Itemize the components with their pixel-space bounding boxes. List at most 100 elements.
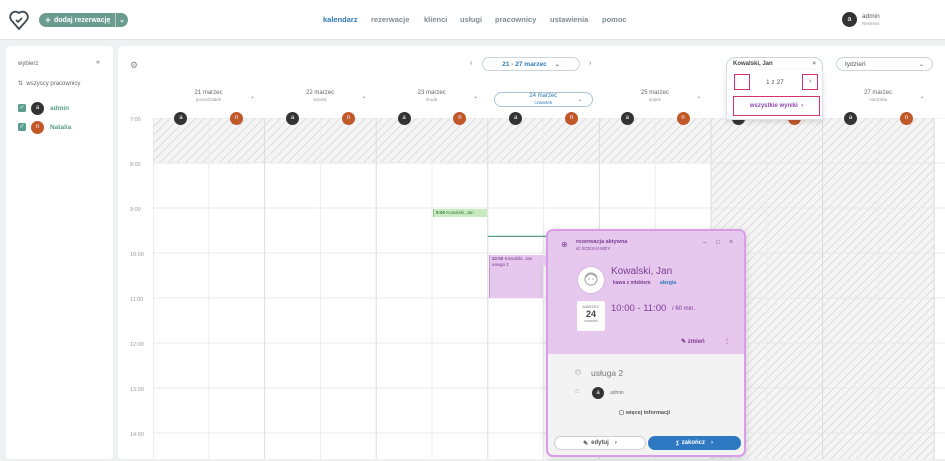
add-reservation-label: dodaj rezerwację xyxy=(54,16,111,24)
next-week-icon[interactable]: › xyxy=(589,60,591,67)
day-date: 22 marzec xyxy=(306,90,335,96)
chevron-down-icon[interactable]: ⌄ xyxy=(473,93,478,100)
nav-employees[interactable]: pracownicy xyxy=(495,15,536,24)
time-label: 10:00 xyxy=(130,252,144,258)
nav-reservations[interactable]: rezerwacje xyxy=(371,15,409,24)
avatar[interactable]: a xyxy=(397,112,411,125)
divider xyxy=(115,13,116,27)
client-name[interactable]: Kowalski, Jan xyxy=(611,266,672,277)
date-day: 24 xyxy=(585,309,596,319)
search-results-dropdown: 1 z 27 › wszystkie wyniki › xyxy=(726,70,823,120)
close-icon[interactable]: × xyxy=(812,61,816,67)
all-results-button[interactable]: wszystkie wyniki › xyxy=(733,96,820,116)
avatar[interactable]: n xyxy=(676,112,690,125)
time-label: 13:00 xyxy=(130,387,144,393)
close-icon[interactable]: × xyxy=(729,239,733,246)
day-header[interactable]: 23 marzec środa ⌄ xyxy=(376,90,487,102)
day-date: 23 marzec xyxy=(417,90,446,96)
more-options-icon[interactable]: ⋮ xyxy=(724,338,730,345)
sidebar-title: wybierz xyxy=(18,61,39,67)
more-info-link[interactable]: ▢ więcej informacji xyxy=(619,410,670,416)
calendar-panel: ⚙ ‹ 21 - 27 marzec ⌄ › tydzień ⌄ 21 marz… xyxy=(118,46,945,459)
employee-name: admin xyxy=(50,104,70,112)
collapse-icon[interactable]: « xyxy=(96,59,100,66)
chevron-down-icon[interactable]: ⌄ xyxy=(116,16,128,24)
minimize-icon[interactable]: – xyxy=(703,240,706,246)
day-header[interactable]: 22 marzec wtorek ⌄ xyxy=(265,90,376,102)
day-weekday: niedziela xyxy=(869,97,887,102)
nav-settings[interactable]: ustawienia xyxy=(550,15,588,24)
top-bar: + dodaj rezerwację ⌄ kalendarz rezerwacj… xyxy=(0,0,945,40)
time-label: 12:00 xyxy=(130,342,144,348)
day-date: 27 marzec xyxy=(864,90,893,96)
gear-icon[interactable]: ⚙ xyxy=(130,60,138,71)
chevron-down-icon[interactable]: ⌄ xyxy=(920,93,925,100)
nav-clients[interactable]: klienci xyxy=(424,15,447,24)
time-label: 8:00 xyxy=(130,162,141,168)
user-company: Reservis xyxy=(862,21,880,26)
view-label: tydzień xyxy=(845,60,866,68)
client-search-input[interactable]: Kowalski, Jan × xyxy=(726,57,823,71)
checkbox[interactable]: ✓ xyxy=(18,123,26,131)
previous-week-icon[interactable]: ‹ xyxy=(470,60,472,67)
date-weekday: czwartek xyxy=(584,319,598,323)
avatar: n xyxy=(31,120,44,134)
date-card: MARZEC 24 czwartek xyxy=(577,301,605,331)
chevron-down-icon[interactable]: ⌄ xyxy=(696,93,701,100)
employee-sidebar: wybierz « ⇅ wszyscy pracownicy ✓ a admin… xyxy=(6,46,113,459)
finish-button[interactable]: ⁒ zakończ › xyxy=(648,436,741,450)
add-reservation-button[interactable]: + dodaj rezerwację ⌄ xyxy=(39,13,128,27)
next-result-button[interactable]: › xyxy=(802,74,818,90)
date-range-label: 21 - 27 marzec xyxy=(502,60,547,68)
chevron-down-icon: ⌄ xyxy=(918,61,924,68)
search-value: Kowalski, Jan xyxy=(733,61,773,67)
reservation-id: id: ECE2AY44EY xyxy=(576,246,611,251)
all-employees-label: wszyscy pracownicy xyxy=(26,81,81,87)
sidebar-item-natalia[interactable]: ✓ n Natalia xyxy=(18,120,108,134)
edit-button[interactable]: ✎ edytuj › xyxy=(554,436,646,450)
sidebar-item-admin[interactable]: ✓ a admin xyxy=(18,101,108,115)
day-date: 25 marzec xyxy=(640,90,669,96)
time-label: 7:00 xyxy=(130,117,141,123)
day-header[interactable]: 25 marzec piątek ⌄ xyxy=(599,90,710,102)
edit-label: edytuj xyxy=(591,440,609,446)
previous-result-button[interactable] xyxy=(734,74,750,90)
avatar[interactable]: a xyxy=(620,112,634,125)
duration: / 60 min. xyxy=(672,306,696,312)
employee-name: admin xyxy=(610,390,624,396)
day-header[interactable]: 21 marzec poniedziałek ⌄ xyxy=(153,90,264,102)
client-tag: kawa z mlekiem xyxy=(613,280,651,286)
time-label: 11:00 xyxy=(130,297,144,303)
reservation-popup: ⊕ rezerwacja aktywna id: ECE2AY44EY – □ … xyxy=(546,229,746,457)
reservation-event[interactable]: 10:00 Kowalski, Jan usługa 2 xyxy=(488,255,543,298)
nav-help[interactable]: pomoc xyxy=(602,15,627,24)
maximize-icon[interactable]: □ xyxy=(716,240,720,246)
nav-services[interactable]: usługi xyxy=(460,15,482,24)
avatar[interactable]: a xyxy=(844,112,857,125)
status-icon: ⊕ xyxy=(561,240,568,249)
avatar[interactable]: n xyxy=(341,112,355,125)
day-header[interactable]: 27 marzec niedziela ⌄ xyxy=(823,90,934,102)
nav-calendar[interactable]: kalendarz xyxy=(323,15,358,24)
all-employees-toggle[interactable]: ⇅ wszyscy pracownicy xyxy=(18,80,80,87)
change-button[interactable]: ✎ zmień xyxy=(681,338,705,345)
time-range: 10:00 - 11:00 xyxy=(611,303,667,314)
chevron-down-icon[interactable]: ⌄ xyxy=(578,96,583,103)
more-info-label: więcej informacji xyxy=(625,410,671,416)
reservation-event[interactable]: 9:00 Kowalski, Jan xyxy=(433,209,487,217)
avatar[interactable]: a xyxy=(286,112,299,125)
user-name[interactable]: admin xyxy=(862,13,880,20)
app-logo-icon[interactable] xyxy=(9,9,29,31)
chevron-down-icon[interactable]: ⌄ xyxy=(250,93,255,100)
user-avatar[interactable]: a xyxy=(842,12,857,27)
date-range-selector[interactable]: 21 - 27 marzec ⌄ xyxy=(482,57,580,71)
checkbox[interactable]: ✓ xyxy=(18,104,26,112)
avatar[interactable]: n xyxy=(899,112,913,125)
all-results-label: wszystkie wyniki xyxy=(749,103,798,109)
view-select[interactable]: tydzień ⌄ xyxy=(836,57,933,71)
avatar[interactable]: n xyxy=(565,112,578,125)
service-name: usługa 2 xyxy=(591,368,624,378)
result-counter: 1 z 27 xyxy=(766,79,784,86)
chevron-down-icon[interactable]: ⌄ xyxy=(362,93,367,100)
day-header[interactable]: 24 marzec czwartek ⌄ xyxy=(493,92,593,107)
